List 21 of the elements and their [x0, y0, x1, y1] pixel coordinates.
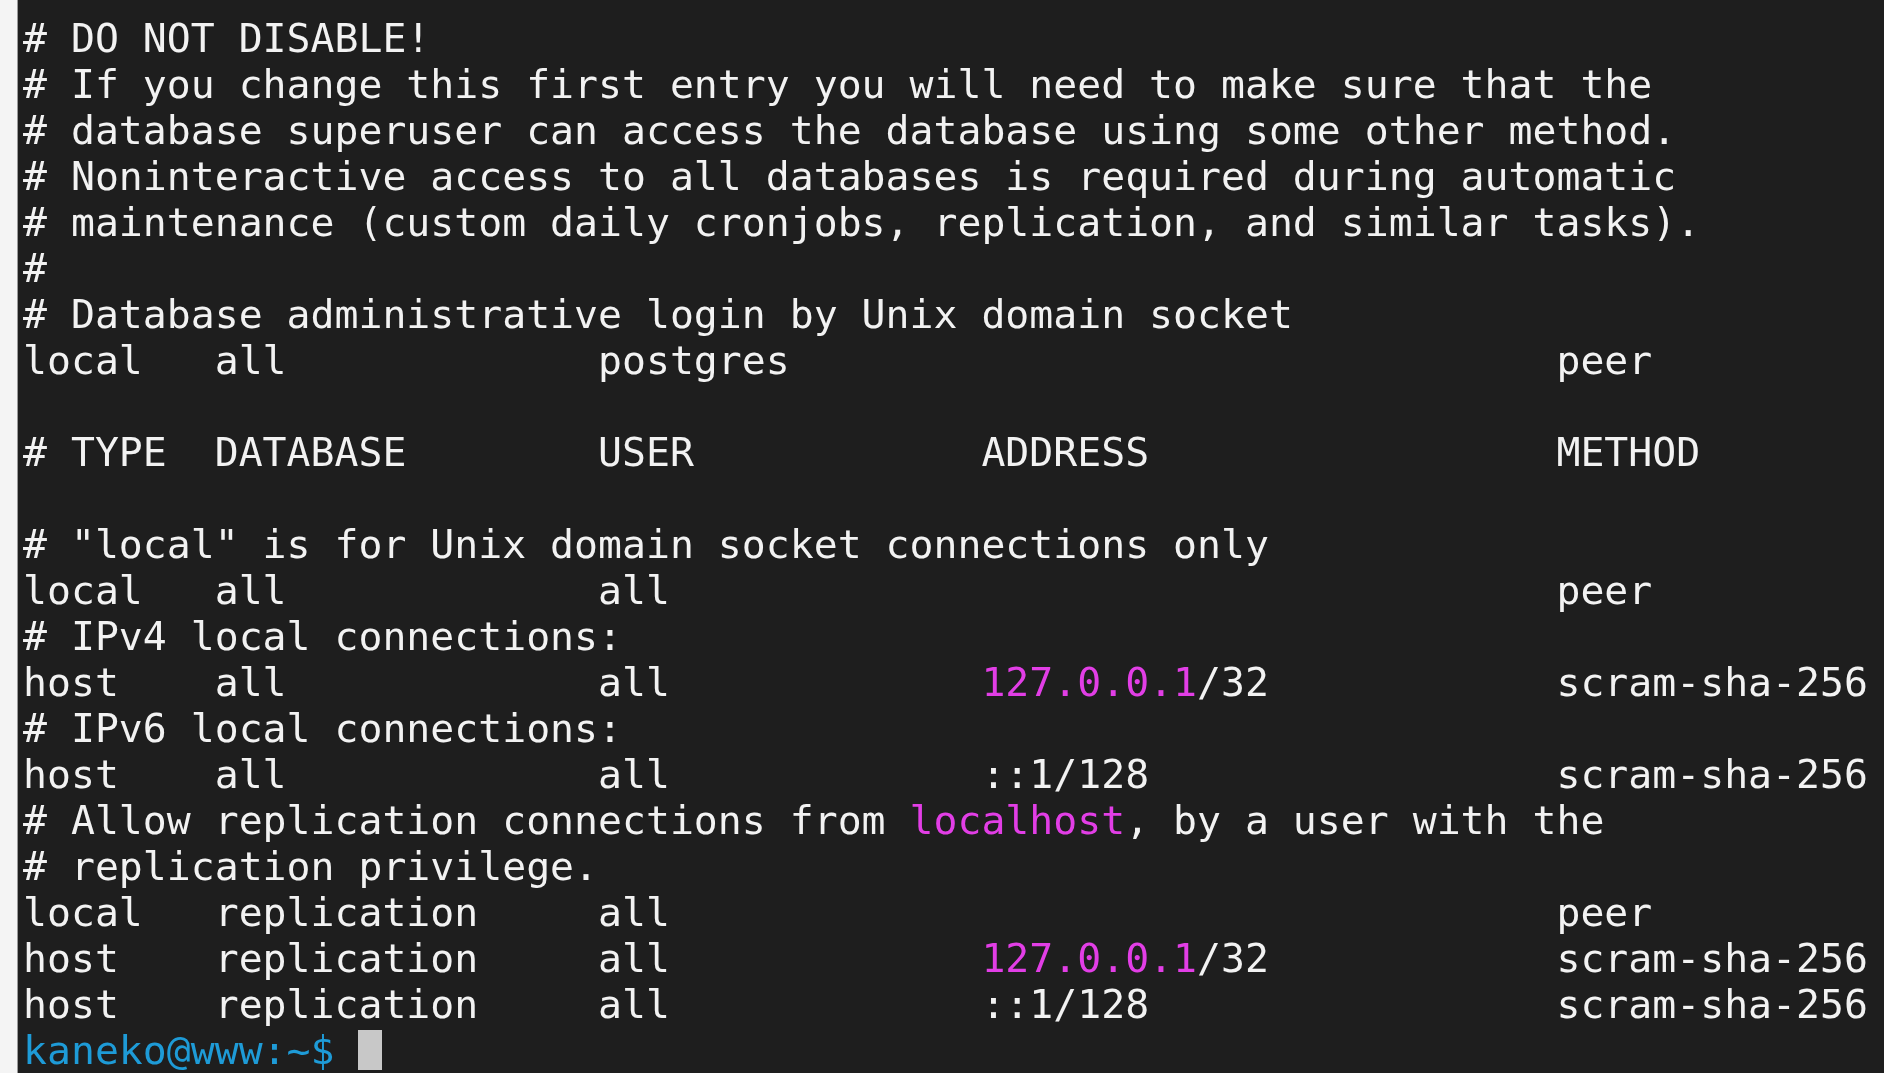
comment-line: # DO NOT DISABLE! — [23, 15, 432, 61]
comment-line: # replication privilege. — [23, 843, 600, 889]
config-line: local all postgres peer — [23, 337, 1654, 383]
config-line: host all all ::1/128 scram-sha-256 — [23, 751, 1869, 797]
comment-line: # — [23, 245, 48, 291]
comment-line: # Database administrative login by Unix domain socket — [23, 291, 1294, 337]
comment-line: # Noninteractive access to all databases is required during automatic — [23, 153, 1678, 199]
config-line: host replication all 127.0.0.1/32 scram-sha-256 — [23, 935, 1869, 981]
config-line: host all all 127.0.0.1/32 scram-sha-256 — [23, 659, 1869, 705]
comment-line: # TYPE DATABASE USER ADDRESS METHOD — [23, 429, 1702, 475]
comment-line: # maintenance (custom daily cronjobs, replication, and similar tasks). — [23, 199, 1702, 245]
comment-line: # If you change this first entry you will need to make sure that the — [23, 61, 1654, 107]
comment-line: # "local" is for Unix domain socket connections only — [23, 521, 1270, 567]
comment-line: # IPv4 local connections: — [23, 613, 623, 659]
shell-prompt: kaneko@www:~$ — [23, 1027, 335, 1073]
config-line: local replication all peer — [23, 889, 1654, 935]
comment-line: # IPv6 local connections: — [23, 705, 623, 751]
comment-line: # database superuser can access the database using some other method. — [23, 107, 1678, 153]
config-line: local all all peer — [23, 567, 1654, 613]
config-line: host replication all ::1/128 scram-sha-256 — [23, 981, 1869, 1027]
comment-line: # Allow replication connections from localhost, by a user with the — [23, 797, 1606, 843]
